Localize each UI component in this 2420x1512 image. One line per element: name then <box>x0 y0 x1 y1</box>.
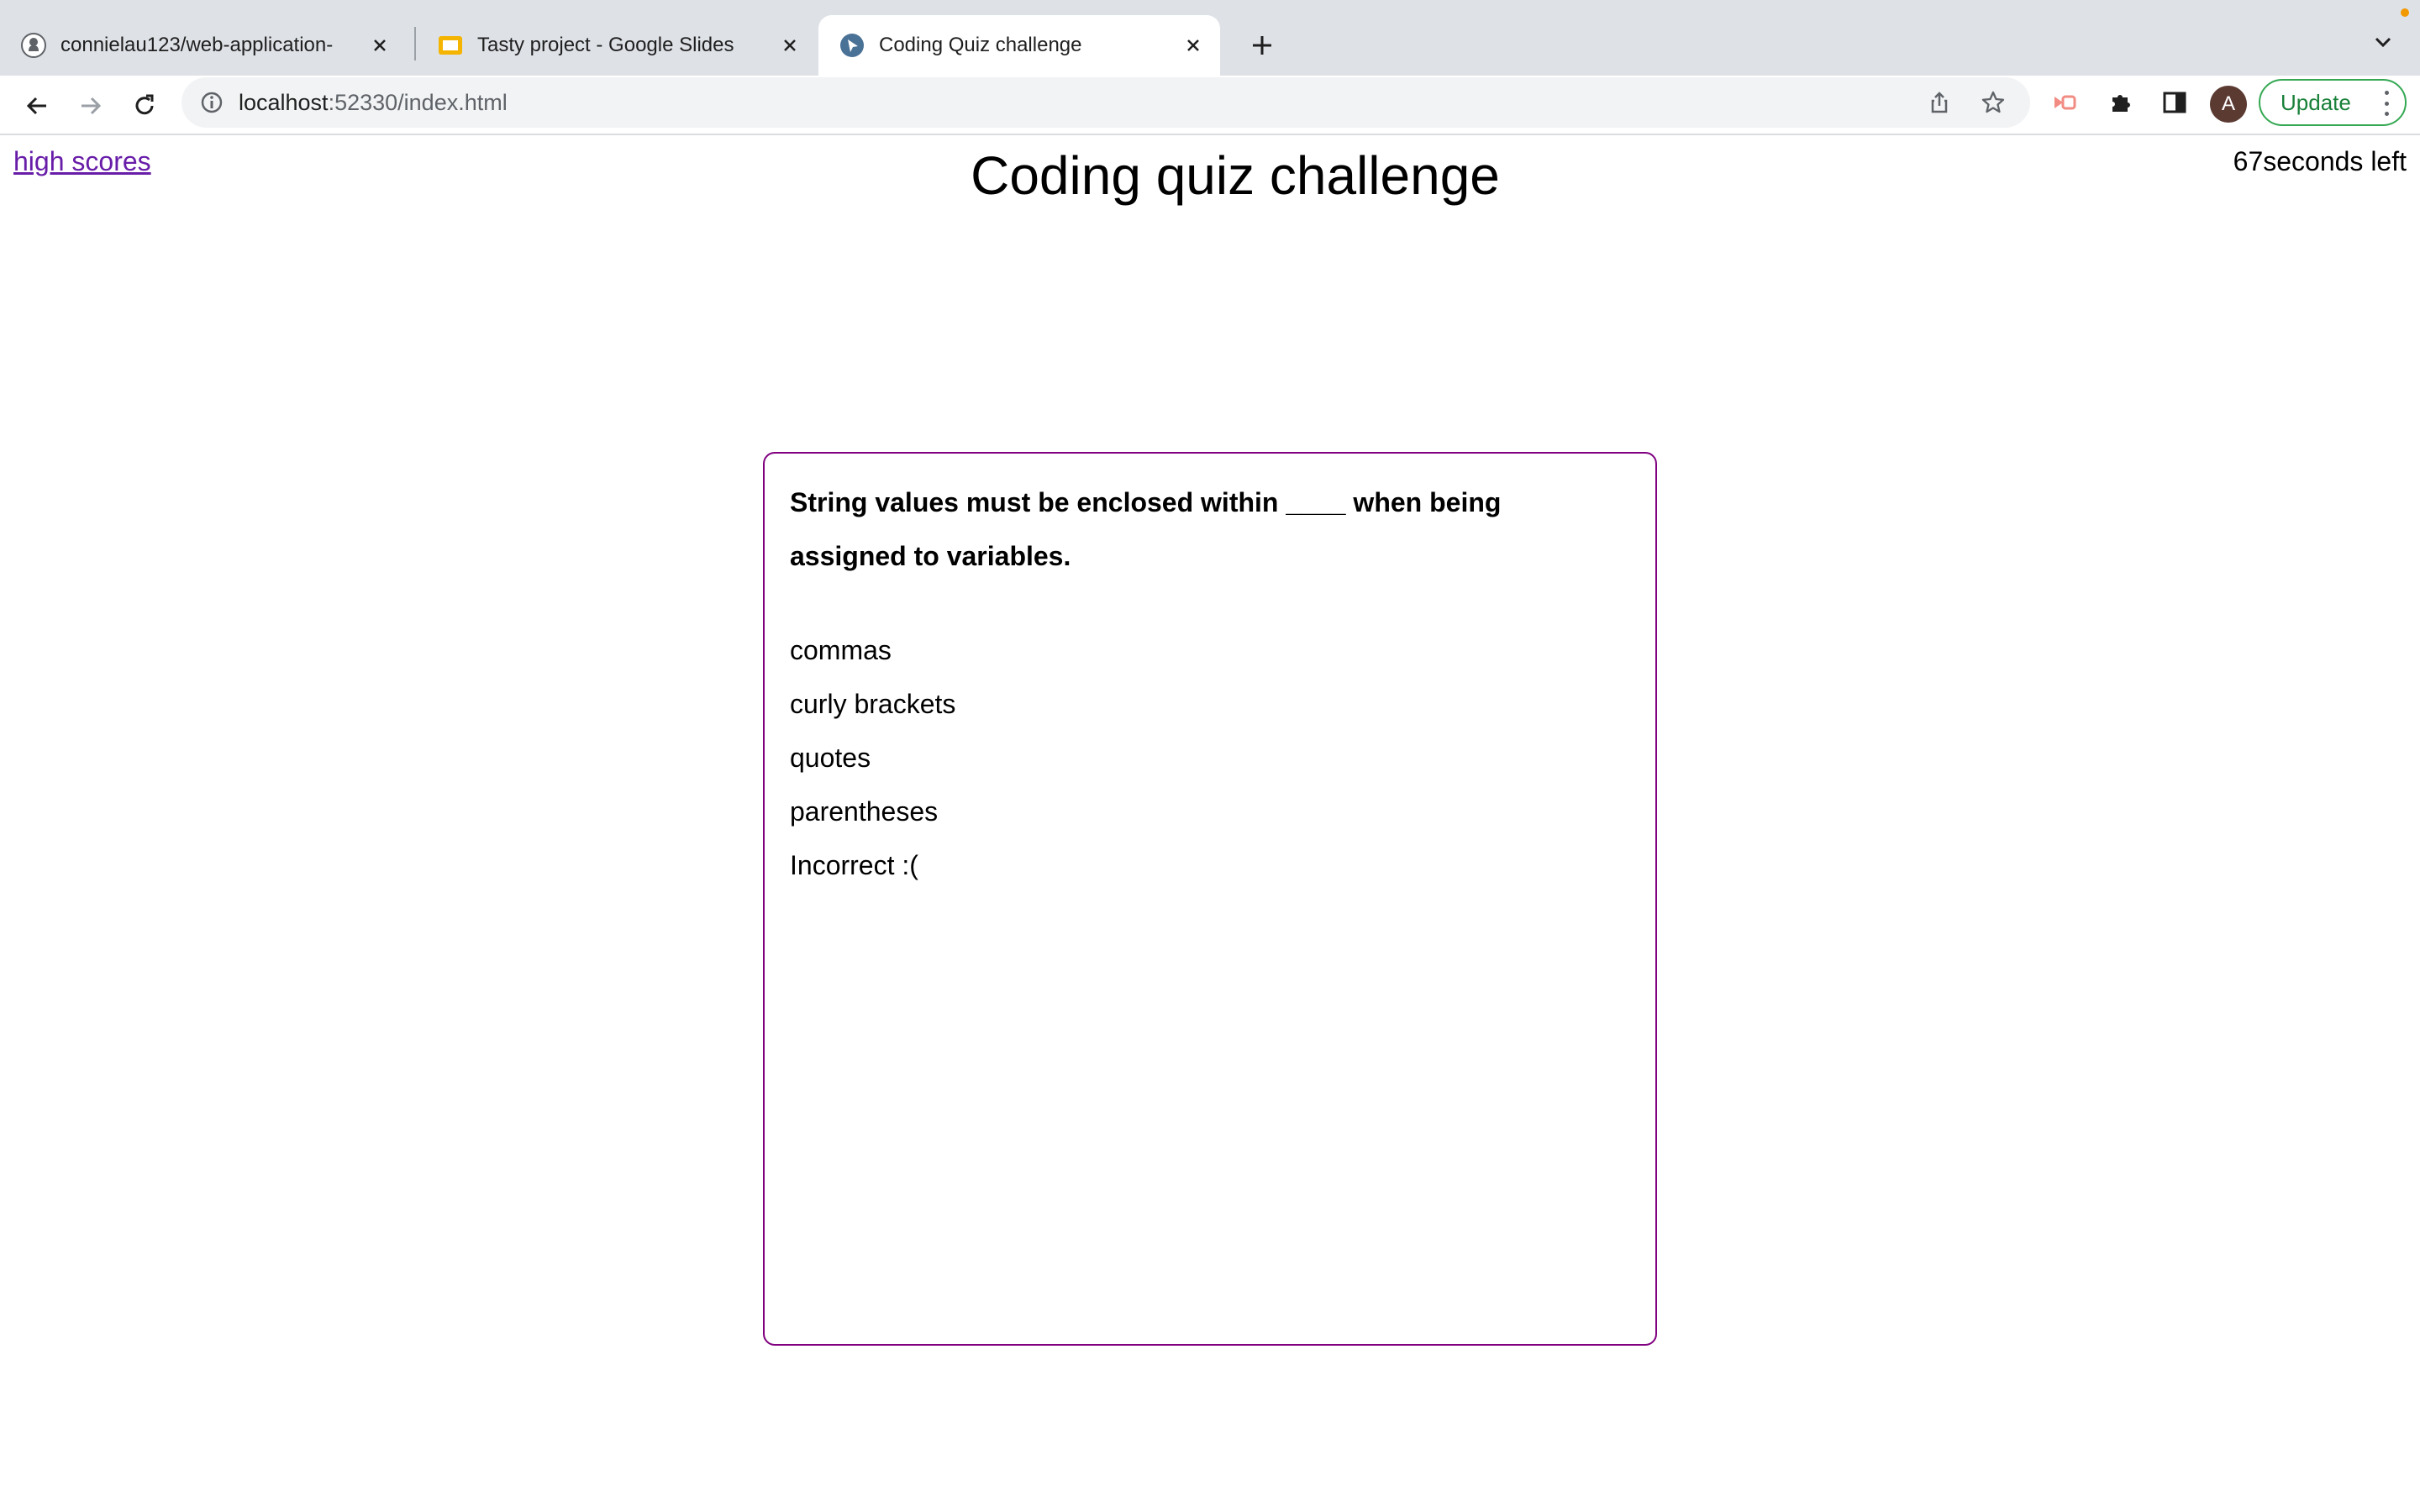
tab-separator <box>414 27 416 60</box>
extension-icon[interactable] <box>2044 81 2087 124</box>
new-tab-button[interactable] <box>1240 24 1284 67</box>
puzzle-icon[interactable] <box>2099 81 2143 124</box>
choice-quotes[interactable]: quotes <box>790 731 1630 785</box>
url-text: localhost:52330/index.html <box>239 90 508 116</box>
back-button[interactable] <box>15 84 59 128</box>
choice-commas[interactable]: commas <box>790 623 1630 677</box>
forward-button[interactable] <box>69 84 113 128</box>
close-icon[interactable] <box>773 29 807 62</box>
tab-coding-quiz[interactable]: Coding Quiz challenge <box>818 15 1220 76</box>
tab-title: connielau123/web-application- <box>60 34 334 56</box>
choice-curly-brackets[interactable]: curly brackets <box>790 677 1630 731</box>
choice-parentheses[interactable]: parentheses <box>790 785 1630 838</box>
more-menu-icon[interactable] <box>2383 91 2390 116</box>
tab-github[interactable]: connielau123/web-application- <box>0 15 407 76</box>
close-icon[interactable] <box>1176 29 1210 62</box>
close-icon[interactable] <box>363 29 397 62</box>
chevron-down-icon[interactable] <box>2365 24 2402 60</box>
choice-list: commas curly brackets quotes parentheses <box>790 623 1630 838</box>
address-bar[interactable]: localhost:52330/index.html <box>182 77 2030 128</box>
github-icon <box>20 32 47 59</box>
tab-title: Tasty project - Google Slides <box>477 34 734 56</box>
share-icon[interactable] <box>1918 77 1961 128</box>
google-slides-icon <box>437 32 464 59</box>
bookmark-star-icon[interactable] <box>1971 77 2015 128</box>
timer-seconds: 67 <box>2233 146 2264 176</box>
update-label: Update <box>2281 89 2351 115</box>
divider <box>0 134 2420 135</box>
tab-google-slides[interactable]: Tasty project - Google Slides <box>417 15 817 76</box>
reload-button[interactable] <box>123 84 166 128</box>
timer-suffix: seconds left <box>2263 146 2407 176</box>
timer: 67seconds left <box>2233 146 2407 177</box>
update-button[interactable]: Update <box>2259 79 2407 126</box>
quiz-card: String values must be enclosed within __… <box>763 452 1657 1346</box>
answer-feedback: Incorrect :( <box>790 850 918 880</box>
page-title: Coding quiz challenge <box>971 145 1500 206</box>
info-icon[interactable] <box>195 86 229 119</box>
tab-strip: connielau123/web-application- Tasty proj… <box>0 0 2420 76</box>
question-text: String values must be enclosed within __… <box>790 487 1502 571</box>
avatar[interactable]: A <box>2210 86 2247 123</box>
tab-title: Coding Quiz challenge <box>879 34 1082 56</box>
url-path: :52330/index.html <box>328 89 508 115</box>
side-panel-icon[interactable] <box>2153 81 2196 124</box>
globe-favicon-icon <box>839 32 865 59</box>
notification-dot <box>2401 8 2409 17</box>
url-host: localhost <box>239 89 329 115</box>
